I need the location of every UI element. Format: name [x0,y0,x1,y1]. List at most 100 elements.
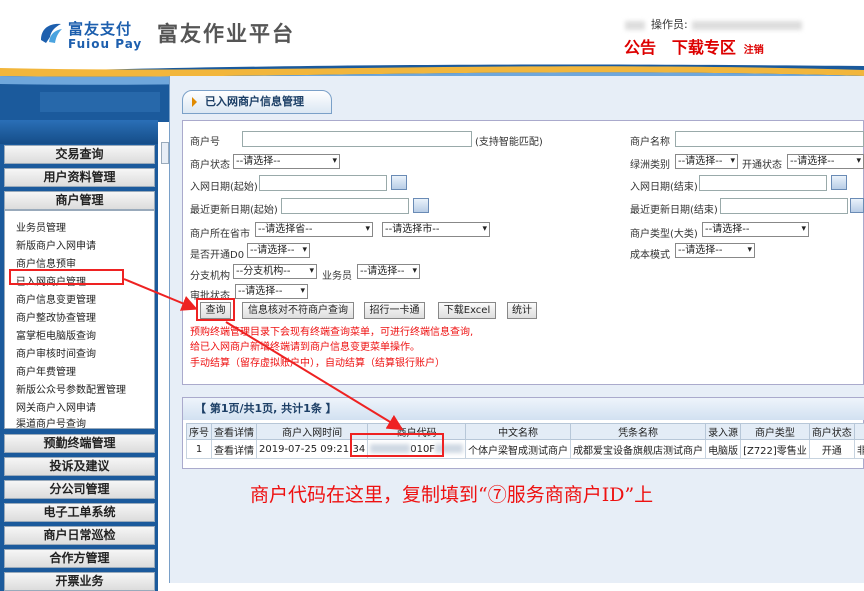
col-entry-source: 录入源 [705,423,742,440]
note-line-2: 给已入网商户新增终端请到商户信息变更菜单操作。 [190,342,420,353]
header: 富友支付 Fuiou Pay 富友作业平台 操作员: 公告 下载专区 注销 [0,0,864,70]
province-select[interactable]: --请选择省-- [255,222,373,237]
submenu-highlight-box [9,269,124,285]
label-update-date-end: 最近更新日期(结束) [630,205,718,216]
footer-strip [169,583,864,591]
submenu-item-gateway-apply[interactable]: 网关商户入网申请 [16,399,96,414]
col-merchant-type: 商户类型 [740,423,810,440]
menu-branch-mgmt[interactable]: 分公司管理 [4,480,155,499]
logout-link[interactable]: 注销 [744,45,764,56]
green-category-select[interactable]: --请选择-- [675,154,738,169]
label-salesman: 业务员 [322,271,352,282]
operator-info: 操作员: [625,16,802,32]
label-province-city: 商户所在省市 [190,229,250,240]
submenu-item-pre-review[interactable]: 商户信息预审 [16,255,76,270]
menu-merchant-mgmt[interactable]: 商户管理 [4,191,155,210]
menu-trade-query[interactable]: 交易查询 [4,145,155,164]
download-link[interactable]: 下载专区 [672,38,736,57]
smart-match-hint: (支持智能匹配) [475,137,543,148]
table-row: 1 查看详情 2019-07-25 09:21:34 010F 个体户梁智成测试… [186,439,864,459]
submenu-item-rectification[interactable]: 商户整改协查管理 [16,309,96,324]
cell-cn-name: 个体户梁智成测试商户 [465,439,572,459]
label-merchant-type: 商户类型(大类) [630,229,698,240]
menu-invoice[interactable]: 开票业务 [4,572,155,591]
label-cost-mode: 成本模式 [630,250,670,261]
sidebar-collapse-handle[interactable] [161,142,169,164]
label-join-date-start: 入网日期(起始) [190,182,258,193]
branch-select[interactable]: --分支机构-- [233,264,317,279]
annotation-caption: 商户代码在这里，复制填到“⑦服务商商户ID”上 [250,484,654,506]
submenu-item-pc-query[interactable]: 富掌柜电脑版查询 [16,327,96,342]
merchant-type-select[interactable]: --请选择-- [702,222,809,237]
salesman-select[interactable]: --请选择-- [357,264,420,279]
label-merchant-status: 商户状态 [190,160,230,171]
submenu-item-info-change[interactable]: 商户信息变更管理 [16,291,96,306]
submenu-item-channel-query[interactable]: 渠道商户号查询 [16,415,86,430]
logo-en: Fuiou Pay [68,37,143,51]
menu-e-ticket[interactable]: 电子工单系统 [4,503,155,522]
calendar-icon[interactable] [413,198,429,213]
open-d0-select[interactable]: --请选择-- [247,243,310,258]
update-date-end-input[interactable] [720,198,848,214]
merchant-name-input[interactable] [675,131,864,147]
merchant-no-input[interactable] [242,131,472,147]
col-branch: 分支 [853,423,864,440]
label-merchant-name: 商户名称 [630,137,670,148]
cell-merchant-status: 开通 [808,439,855,459]
menu-user-profile[interactable]: 用户资料管理 [4,168,155,187]
page-title-tab: 已入网商户信息管理 [182,90,332,114]
mismatch-query-button[interactable]: 信息核对不符商户查询 [242,302,354,319]
menu-partner-mgmt[interactable]: 合作方管理 [4,549,155,568]
join-date-end-input[interactable] [699,175,827,191]
join-date-start-input[interactable] [259,175,387,191]
results-table: 序号 查看详情 商户入网时间 商户代码 中文名称 凭条名称 录入源 商户类型 商… [186,423,864,459]
label-green-category: 绿洲类别 [630,160,670,171]
calendar-icon[interactable] [391,175,407,190]
label-open-d0: 是否开通D0 [190,250,245,261]
results-pager: 【 第1页/共1页, 共计1条 】 [183,398,864,420]
merchant-code-highlight [350,433,444,457]
review-status-select[interactable]: --请选择-- [235,284,308,299]
download-excel-button[interactable]: 下载Excel [438,302,496,319]
notice-link[interactable]: 公告 [624,38,656,57]
table-header-row: 序号 查看详情 商户入网时间 商户代码 中文名称 凭条名称 录入源 商户类型 商… [186,423,864,440]
statistics-button[interactable]: 统计 [507,302,537,319]
update-date-start-input[interactable] [281,198,409,214]
city-select[interactable]: --请选择市-- [382,222,490,237]
cost-mode-select[interactable]: --请选择-- [675,243,755,258]
calendar-icon[interactable] [831,175,847,190]
col-cn-name: 中文名称 [465,423,572,440]
cell-branch: 非繁电子 [853,439,864,459]
label-update-date-start: 最近更新日期(起始) [190,205,278,216]
submenu-item-wechat-config[interactable]: 新版公众号参数配置管理 [16,381,126,396]
redacted-text [625,20,645,30]
col-index: 序号 [186,423,212,440]
menu-daily-inspection[interactable]: 商户日常巡检 [4,526,155,545]
submenu-item-salesman[interactable]: 业务员管理 [16,219,66,234]
redacted-text [691,20,802,30]
title-arrow-icon [192,97,197,107]
label-branch: 分支机构 [190,271,230,282]
note-line-1: 预购终端管理目录下会现有终端查询菜单，可进行终端信息查询, [190,327,474,338]
menu-complaints[interactable]: 投诉及建议 [4,457,155,476]
submenu-item-annual-fee[interactable]: 商户年费管理 [16,363,76,378]
calendar-icon[interactable] [850,198,864,213]
label-join-date-end: 入网日期(结束) [630,182,698,193]
submenu-item-new-merchant-apply[interactable]: 新版商户入网申请 [16,237,96,252]
top-links: 公告 下载专区 注销 [624,34,764,58]
merchant-submenu: 业务员管理 新版商户入网申请 商户信息预审 已入网商户管理 商户信息变更管理 商… [4,210,155,430]
cell-entry-source: 电脑版 [705,439,742,459]
sidebar-stripe [0,120,158,144]
cell-index: 1 [186,439,212,459]
cell-receipt-name: 成都爱宝设备旗舰店测试商户 [570,439,707,459]
logo-cn: 富友支付 [68,20,133,38]
menu-terminal-mgmt[interactable]: 预勤终端管理 [4,434,155,453]
merchant-status-select[interactable]: --请选择-- [233,154,340,169]
cell-merchant-type: [Z722]零售业 [740,439,810,459]
view-detail-link[interactable]: 查看详情 [211,439,257,459]
label-open-status: 开通状态 [742,160,782,171]
note-line-3: 手动结算（留存虚拟账户中），自动结算（结算银行账户） [190,358,445,369]
submenu-item-review-time[interactable]: 商户审核时间查询 [16,345,96,360]
cmb-card-button[interactable]: 招行一卡通 [364,302,425,319]
open-status-select[interactable]: --请选择-- [787,154,864,169]
